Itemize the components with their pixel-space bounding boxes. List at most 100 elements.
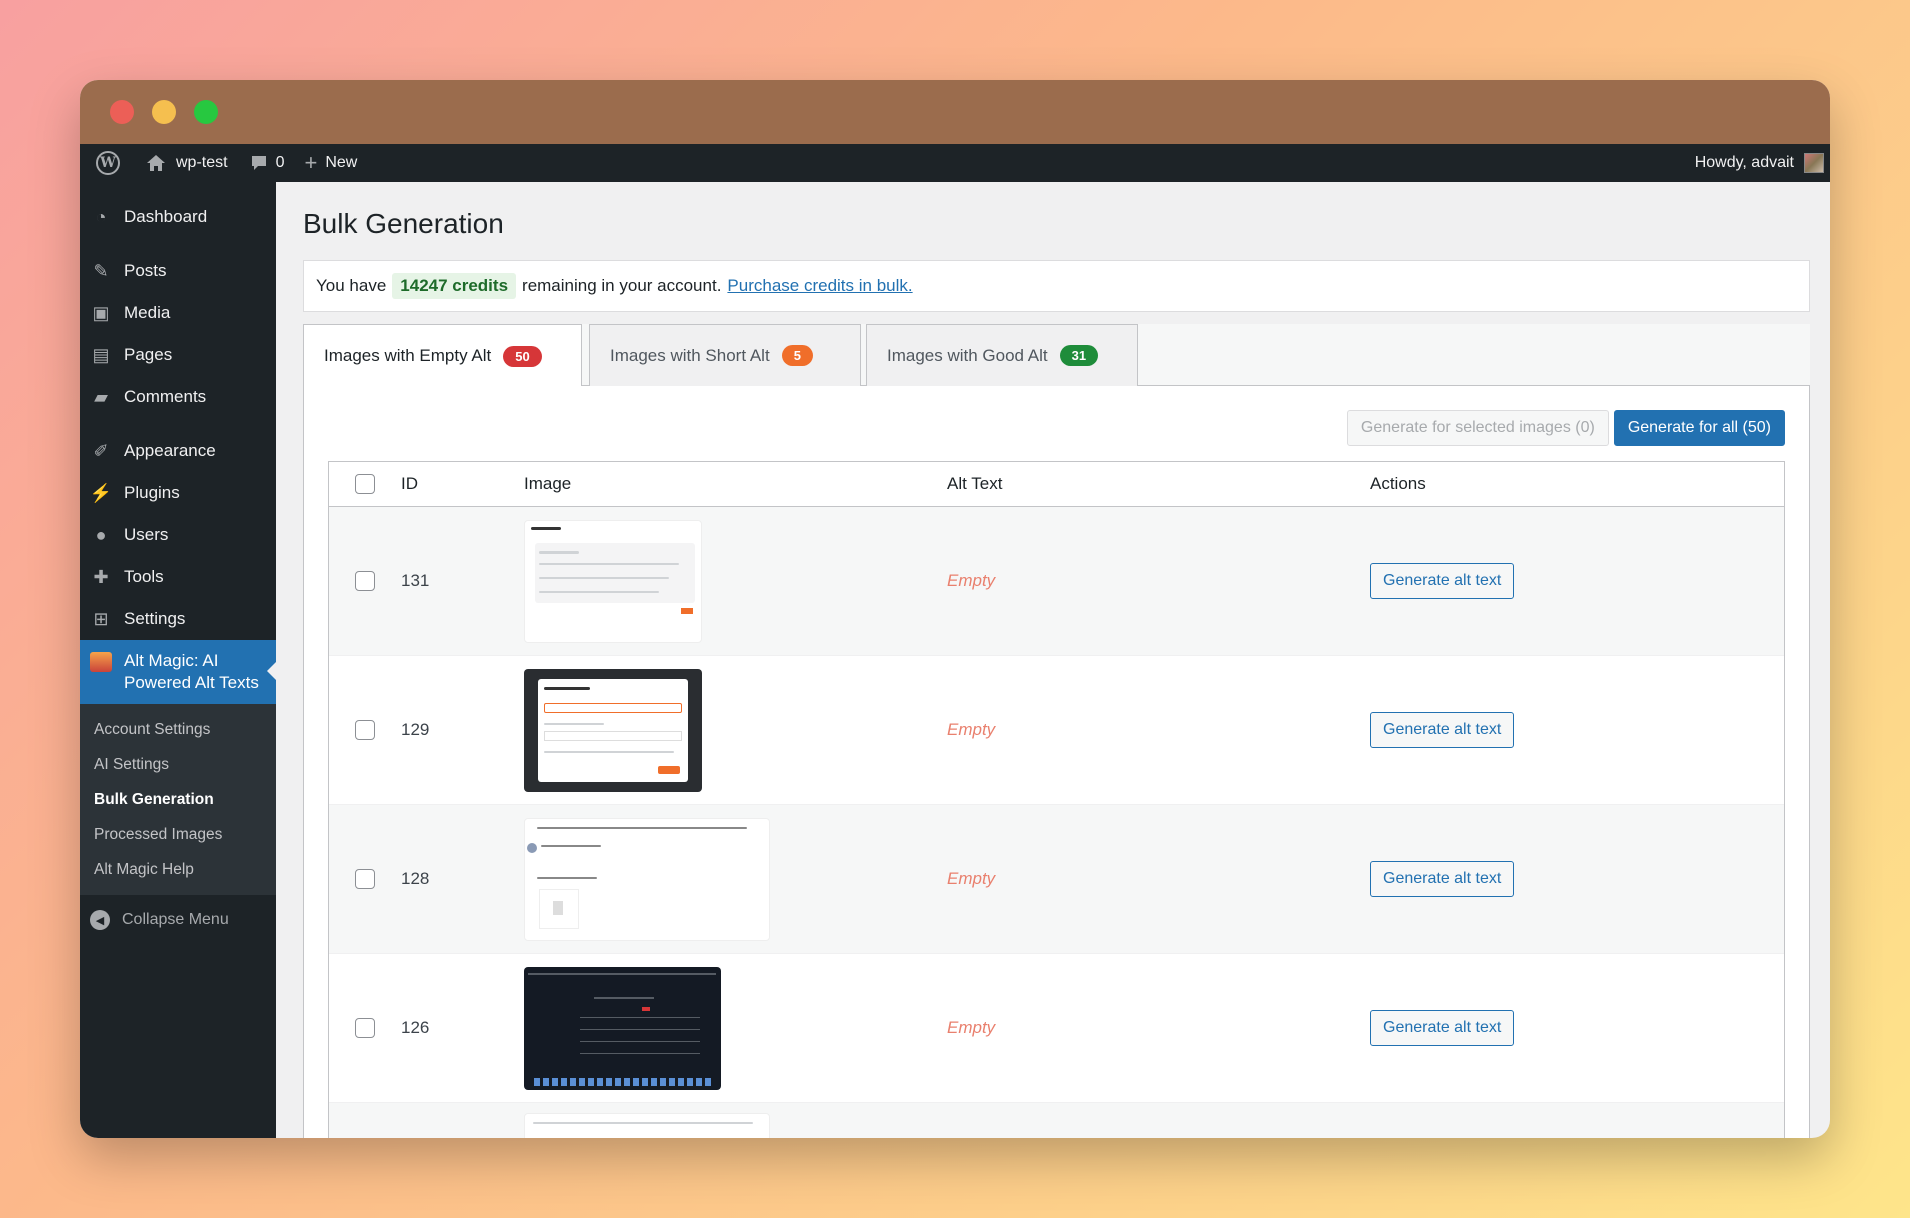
page-title: Bulk Generation xyxy=(303,208,504,239)
pages-icon: ▤ xyxy=(92,344,110,365)
tab-label: Images with Good Alt xyxy=(887,345,1048,365)
tab-panel: Generate for selected images (0) Generat… xyxy=(303,386,1810,1138)
alt-magic-logo-icon xyxy=(90,652,112,672)
sidebar-item-label: Appearance xyxy=(124,441,216,460)
image-id: 131 xyxy=(401,571,430,590)
credits-badge: 14247 credits xyxy=(392,273,517,299)
sidebar-item-pages[interactable]: ▤ Pages xyxy=(80,334,276,376)
generate-alt-text-button[interactable]: Generate alt text xyxy=(1370,1010,1515,1046)
row-checkbox[interactable] xyxy=(355,1018,375,1038)
sidebar-item-label: Pages xyxy=(124,345,173,364)
tab-label: Images with Empty Alt xyxy=(324,346,492,365)
comment-bubble-icon xyxy=(251,156,266,170)
sidebar-item-label: Settings xyxy=(124,609,186,628)
sidebar-item-dashboard[interactable]: ◔ Dashboard xyxy=(80,196,276,238)
generate-alt-text-button[interactable]: Generate alt text xyxy=(1370,712,1515,748)
submenu-processed-images[interactable]: Processed Images xyxy=(80,817,276,852)
sidebar-item-appearance[interactable]: ✐ Appearance xyxy=(80,430,276,472)
site-name-link[interactable]: wp-test xyxy=(136,144,240,182)
generate-selected-button[interactable]: Generate for selected images (0) xyxy=(1346,410,1609,446)
image-thumbnail[interactable] xyxy=(524,668,702,792)
sidebar-item-label: Posts xyxy=(124,261,167,280)
row-checkbox[interactable] xyxy=(355,720,375,740)
tab-short-alt[interactable]: Images with Short Alt 5 xyxy=(589,324,861,386)
sidebar-item-alt-magic[interactable]: Alt Magic: AI Powered Alt Texts xyxy=(80,640,276,704)
wordpress-logo-icon[interactable]: W xyxy=(80,144,136,182)
sidebar-item-plugins[interactable]: ⚡ Plugins xyxy=(80,472,276,514)
pin-icon: ✎ xyxy=(93,260,109,281)
sidebar-item-tools[interactable]: ✚ Tools xyxy=(80,556,276,598)
browser-window: W wp-test 0 + New Howdy, advait ◔ Dashbo… xyxy=(80,80,1830,1138)
avatar xyxy=(1804,153,1824,173)
sidebar-item-posts[interactable]: ✎ Posts xyxy=(80,250,276,292)
alt-magic-label-line1: Alt Magic: AI xyxy=(124,651,219,670)
minimize-window-button[interactable] xyxy=(152,100,176,124)
comment-icon: ▰ xyxy=(94,386,108,407)
account-menu[interactable]: Howdy, advait xyxy=(1695,144,1824,182)
new-content-link[interactable]: + New xyxy=(294,144,367,182)
image-id: 128 xyxy=(401,869,430,888)
sidebar-item-label: Comments xyxy=(124,387,207,406)
table-row: 126 Empty Generate alt text xyxy=(329,954,1784,1103)
image-id: 129 xyxy=(401,720,430,739)
purchase-credits-link[interactable]: Purchase credits in bulk. xyxy=(727,276,912,296)
sidebar-item-label: Users xyxy=(124,525,169,544)
submenu-alt-magic-help[interactable]: Alt Magic Help xyxy=(80,852,276,887)
sidebar-item-comments[interactable]: ▰ Comments xyxy=(80,376,276,418)
row-checkbox[interactable] xyxy=(355,869,375,889)
submenu-ai-settings[interactable]: AI Settings xyxy=(80,747,276,782)
table-row xyxy=(329,1103,1784,1138)
plus-icon: + xyxy=(304,150,318,175)
image-thumbnail[interactable] xyxy=(524,966,721,1090)
sidebar-item-label: Alt Magic: AI Powered Alt Texts xyxy=(124,650,259,694)
sidebar-item-settings[interactable]: ⊞ Settings xyxy=(80,598,276,640)
new-label: New xyxy=(325,154,358,171)
generate-alt-text-button[interactable]: Generate alt text xyxy=(1370,861,1515,897)
image-thumbnail[interactable] xyxy=(524,817,770,941)
admin-sidebar: ◔ Dashboard ✎ Posts ▣ Media ▤ Pages ▰ Co… xyxy=(80,182,276,1138)
sidebar-item-label: Media xyxy=(124,303,171,322)
sidebar-item-label: Tools xyxy=(124,567,164,586)
brush-icon: ✐ xyxy=(93,440,109,461)
image-thumbnail[interactable] xyxy=(524,1113,770,1138)
tab-label: Images with Short Alt xyxy=(610,345,770,365)
settings-icon: ⊞ xyxy=(93,608,109,629)
table-row: 129 Empty Generate alt text xyxy=(329,656,1784,805)
image-id: 126 xyxy=(401,1018,430,1037)
submenu-account-settings[interactable]: Account Settings xyxy=(80,712,276,747)
user-icon: ● xyxy=(95,524,107,545)
row-checkbox[interactable] xyxy=(355,571,375,591)
close-window-button[interactable] xyxy=(110,100,134,124)
generate-alt-text-button[interactable]: Generate alt text xyxy=(1370,563,1515,599)
table-row: 128 Empty Generate alt text xyxy=(329,805,1784,954)
submenu-bulk-generation[interactable]: Bulk Generation xyxy=(80,782,276,817)
table-row: 131 Empty Generate alt text xyxy=(329,507,1784,656)
header-id: ID xyxy=(401,474,418,493)
select-all-checkbox[interactable] xyxy=(355,474,375,494)
collapse-label: Collapse Menu xyxy=(122,911,229,928)
count-badge: 5 xyxy=(781,345,813,366)
sidebar-item-label: Plugins xyxy=(124,483,180,502)
tab-empty-alt[interactable]: Images with Empty Alt 50 xyxy=(303,324,582,387)
image-thumbnail[interactable] xyxy=(524,519,702,643)
sidebar-item-media[interactable]: ▣ Media xyxy=(80,292,276,334)
home-icon xyxy=(147,155,165,171)
maximize-window-button[interactable] xyxy=(194,100,218,124)
alt-text-value: Empty xyxy=(947,720,996,739)
main-content: Bulk Generation You have 14247 credits r… xyxy=(276,182,1830,1138)
generate-all-button[interactable]: Generate for all (50) xyxy=(1613,410,1785,446)
collapse-menu-button[interactable]: ◀ Collapse Menu xyxy=(80,899,276,941)
alt-text-value: Empty xyxy=(947,869,996,888)
table-header: ID Image Alt Text Actions xyxy=(329,462,1784,507)
credits-notice: You have 14247 credits remaining in your… xyxy=(303,260,1810,312)
bulk-actions: Generate for selected images (0) Generat… xyxy=(1346,410,1785,446)
plug-icon: ⚡ xyxy=(89,482,113,503)
comments-link[interactable]: 0 xyxy=(240,144,295,182)
sidebar-item-users[interactable]: ● Users xyxy=(80,514,276,556)
alt-text-value: Empty xyxy=(947,1018,996,1037)
alt-magic-submenu: Account Settings AI Settings Bulk Genera… xyxy=(80,704,276,895)
wrench-icon: ✚ xyxy=(93,566,109,587)
tab-good-alt[interactable]: Images with Good Alt 31 xyxy=(866,324,1138,386)
collapse-arrow-icon: ◀ xyxy=(90,910,110,930)
header-actions: Actions xyxy=(1370,474,1426,493)
